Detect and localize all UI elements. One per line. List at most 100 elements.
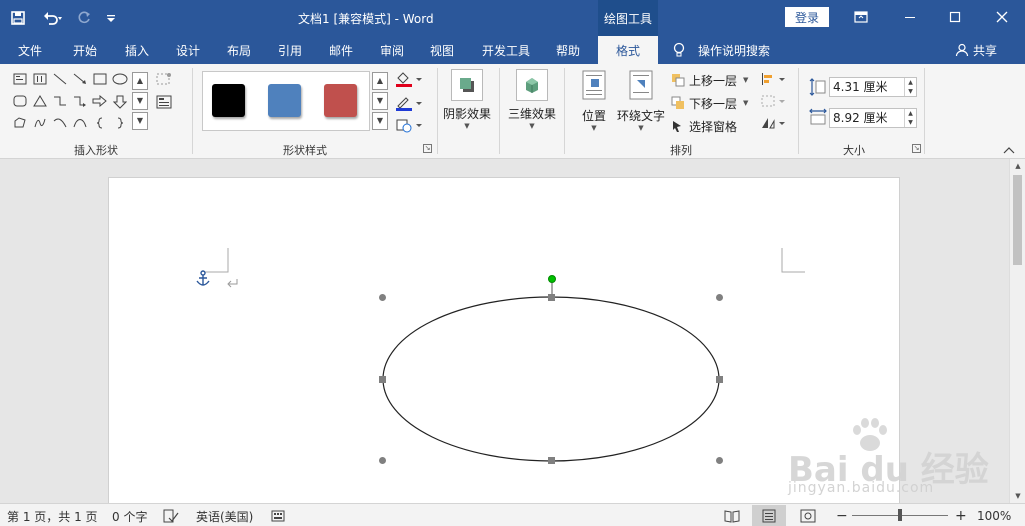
document-page[interactable]	[108, 177, 900, 503]
elbow-connector-shape-icon[interactable]	[52, 95, 68, 109]
scribble-shape-icon[interactable]	[32, 117, 48, 131]
arc-shape-icon[interactable]	[52, 117, 68, 131]
textbox-shape-icon[interactable]	[12, 73, 28, 87]
macro-record-icon[interactable]	[271, 508, 285, 524]
proofing-icon[interactable]	[163, 508, 179, 524]
style-gallery-scroll-up-icon[interactable]: ▲	[372, 72, 388, 90]
tab-mailings[interactable]: 邮件	[329, 36, 353, 64]
rounded-rectangle-shape-icon[interactable]	[12, 95, 28, 109]
freeform-shape-icon[interactable]	[12, 117, 28, 131]
three-d-effects-button[interactable]: 三维效果 ▼	[506, 69, 558, 130]
shape-gallery-more-icon[interactable]: ▼	[132, 112, 148, 130]
bring-forward-button[interactable]: 上移一层 ▼	[671, 70, 748, 90]
left-brace-shape-icon[interactable]	[92, 117, 108, 131]
group-objects-icon[interactable]	[760, 94, 788, 108]
style-swatch-blue[interactable]	[268, 84, 301, 117]
tab-file[interactable]: 文件	[18, 36, 42, 64]
size-launcher-icon[interactable]: ↘	[912, 144, 921, 153]
language-indicator[interactable]: 英语(美国)	[196, 508, 253, 524]
wrap-text-button[interactable]: 环绕文字 ▼	[614, 70, 668, 132]
undo-icon[interactable]	[36, 0, 70, 36]
style-swatch-black[interactable]	[212, 84, 245, 117]
style-gallery-more-icon[interactable]: ▼	[372, 112, 388, 130]
zoom-out-icon[interactable]: −	[836, 508, 848, 524]
shape-height-input[interactable]: 4.31 厘米 ▲ ▼	[829, 77, 917, 97]
scroll-down-icon[interactable]: ▼	[1010, 489, 1025, 503]
resize-handle-bottom-left[interactable]	[379, 457, 386, 464]
width-spinner-icon[interactable]: ▲ ▼	[904, 109, 916, 127]
shadow-effects-button[interactable]: 阴影效果 ▼	[442, 69, 492, 130]
collapse-ribbon-icon[interactable]	[1003, 144, 1017, 156]
shape-width-input[interactable]: 8.92 厘米 ▲ ▼	[829, 108, 917, 128]
shape-fill-icon[interactable]	[395, 70, 425, 87]
height-spinner-icon[interactable]: ▲ ▼	[904, 78, 916, 96]
zoom-slider-thumb[interactable]	[898, 509, 902, 521]
align-icon[interactable]	[760, 72, 788, 86]
resize-handle-top-right[interactable]	[716, 294, 723, 301]
resize-handle-top-left[interactable]	[379, 294, 386, 301]
tab-view[interactable]: 视图	[430, 36, 454, 64]
elbow-arrow-connector-shape-icon[interactable]	[72, 95, 88, 109]
selected-ellipse-shape[interactable]	[377, 272, 723, 467]
tab-home[interactable]: 开始	[73, 36, 97, 64]
maximize-icon[interactable]	[932, 0, 978, 34]
triangle-shape-icon[interactable]	[32, 95, 48, 109]
web-layout-icon[interactable]	[800, 508, 816, 524]
resize-handle-left[interactable]	[379, 376, 386, 383]
vertical-scrollbar[interactable]: ▲ ▼	[1009, 159, 1025, 503]
draw-textbox-icon[interactable]	[156, 95, 172, 109]
resize-handle-bottom-right[interactable]	[716, 457, 723, 464]
rotation-handle[interactable]	[548, 275, 556, 283]
arrow-line-shape-icon[interactable]	[72, 73, 88, 87]
word-count[interactable]: 0 个字	[112, 508, 147, 524]
minimize-icon[interactable]	[887, 0, 933, 34]
customize-qat-icon[interactable]	[98, 0, 124, 36]
style-gallery-scroll-down-icon[interactable]: ▼	[372, 92, 388, 110]
rotate-icon[interactable]	[760, 116, 788, 130]
right-arrow-shape-icon[interactable]	[92, 94, 108, 109]
group-label-arrange: 排列	[670, 144, 692, 157]
tab-layout[interactable]: 布局	[227, 36, 251, 64]
tab-references[interactable]: 引用	[278, 36, 302, 64]
down-arrow-shape-icon[interactable]	[112, 95, 128, 109]
position-button[interactable]: 位置 ▼	[577, 70, 611, 132]
curve-shape-icon[interactable]	[72, 117, 88, 131]
shape-gallery-scroll-down-icon[interactable]: ▼	[132, 92, 148, 110]
selection-pane-button[interactable]: 选择窗格	[671, 116, 737, 136]
share-button[interactable]: 共享	[955, 36, 997, 64]
scroll-up-icon[interactable]: ▲	[1010, 159, 1025, 173]
vertical-textbox-shape-icon[interactable]	[32, 73, 48, 87]
save-icon[interactable]	[0, 0, 36, 36]
tab-help[interactable]: 帮助	[556, 36, 580, 64]
right-brace-shape-icon[interactable]	[112, 117, 128, 131]
shape-outline-icon[interactable]	[395, 94, 425, 111]
send-backward-button[interactable]: 下移一层 ▼	[671, 93, 748, 113]
tell-me-search[interactable]: 操作说明搜索	[672, 36, 770, 64]
scrollbar-thumb[interactable]	[1013, 175, 1022, 265]
read-mode-icon[interactable]	[724, 508, 740, 524]
oval-shape-icon[interactable]	[112, 73, 128, 87]
style-swatch-red[interactable]	[324, 84, 357, 117]
zoom-in-icon[interactable]: +	[955, 508, 967, 524]
rectangle-shape-icon[interactable]	[92, 73, 108, 87]
edit-shape-icon[interactable]	[156, 72, 172, 86]
print-layout-icon[interactable]	[752, 505, 786, 526]
close-icon[interactable]	[979, 0, 1025, 34]
line-shape-icon[interactable]	[52, 73, 68, 87]
shape-gallery-scroll-up-icon[interactable]: ▲	[132, 72, 148, 90]
login-button[interactable]: 登录	[785, 7, 829, 27]
zoom-level[interactable]: 100%	[977, 508, 1011, 524]
ribbon-display-options-icon[interactable]	[838, 0, 884, 34]
resize-handle-bottom[interactable]	[548, 457, 555, 464]
tab-review[interactable]: 审阅	[380, 36, 404, 64]
resize-handle-top[interactable]	[548, 294, 555, 301]
tab-format[interactable]: 格式	[598, 36, 658, 64]
page-count[interactable]: 第 1 页，共 1 页	[7, 508, 98, 524]
redo-icon[interactable]	[70, 0, 98, 36]
tab-developer[interactable]: 开发工具	[482, 36, 530, 64]
shape-styles-launcher-icon[interactable]: ↘	[423, 144, 432, 153]
tab-design[interactable]: 设计	[176, 36, 200, 64]
resize-handle-right[interactable]	[716, 376, 723, 383]
shape-effects-icon[interactable]	[395, 116, 425, 133]
tab-insert[interactable]: 插入	[125, 36, 149, 64]
